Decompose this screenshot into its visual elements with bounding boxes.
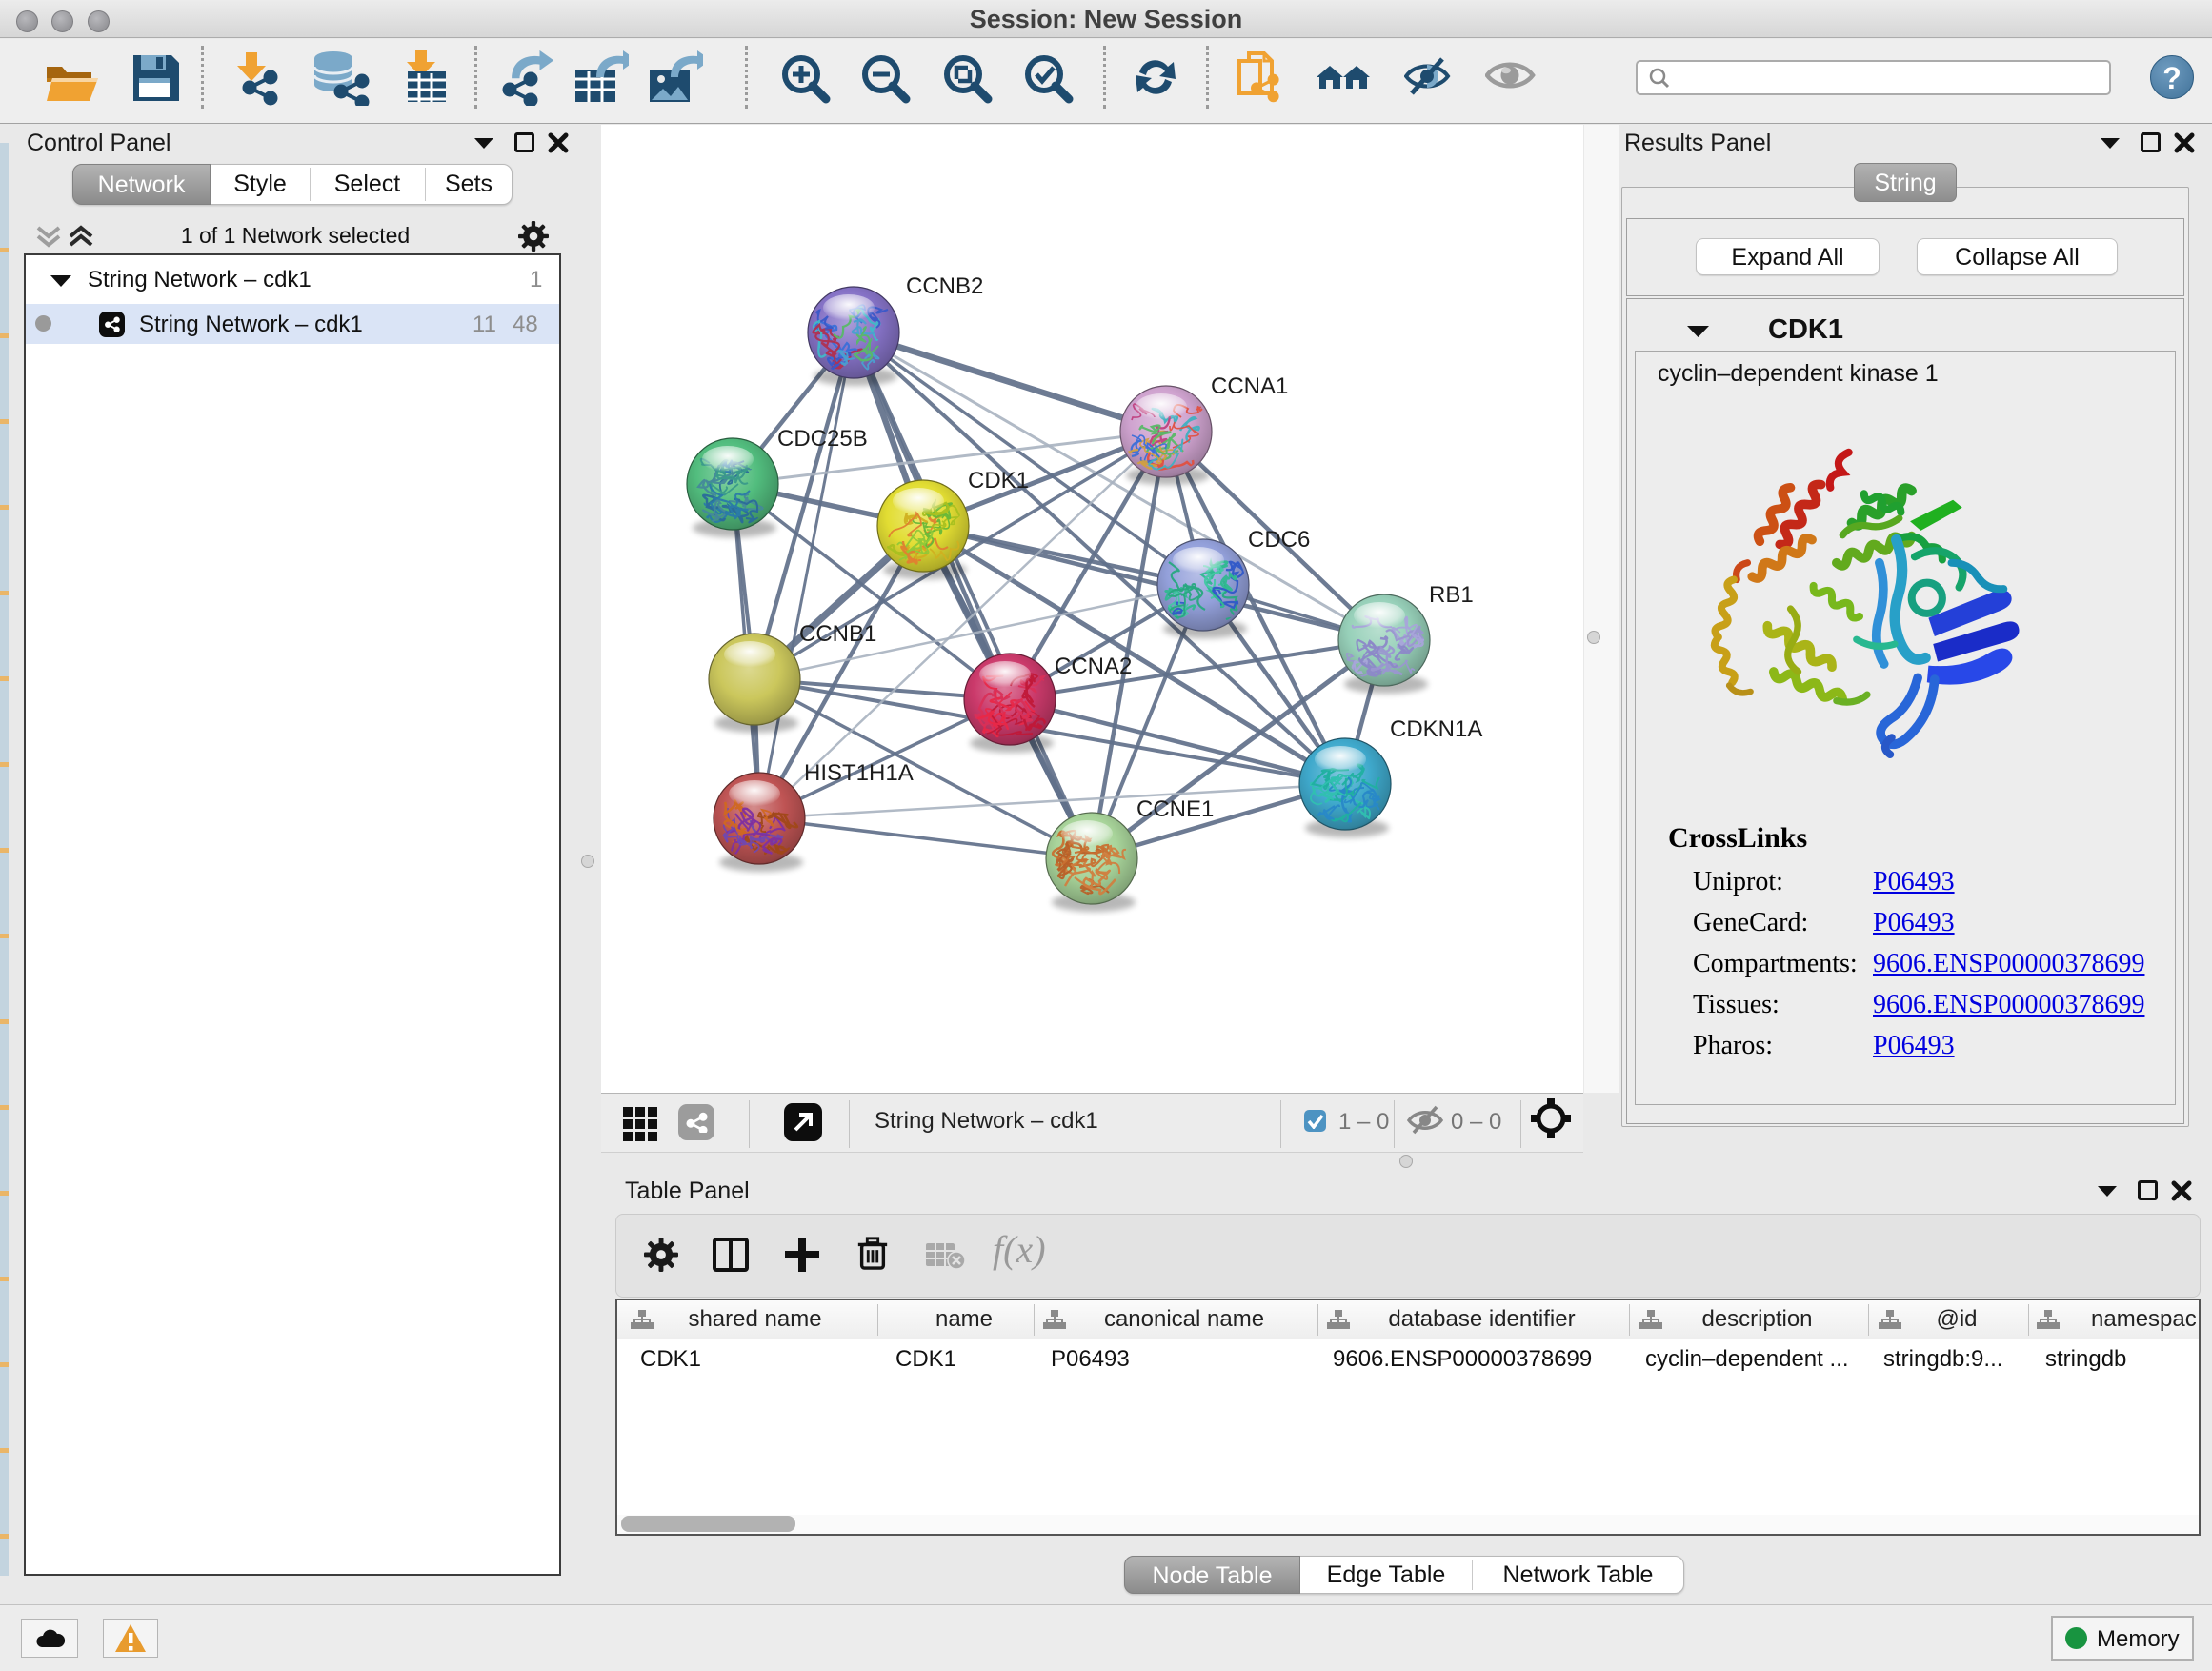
svg-text:CCNB2: CCNB2: [906, 273, 983, 299]
svg-text:CCNB1: CCNB1: [799, 621, 876, 647]
svg-text:CDKN1A: CDKN1A: [1390, 716, 1482, 742]
svg-text:CCNE1: CCNE1: [1136, 796, 1214, 822]
svg-text:RB1: RB1: [1429, 582, 1474, 608]
svg-text:CCNA2: CCNA2: [1055, 654, 1132, 679]
svg-text:CCNA1: CCNA1: [1211, 373, 1288, 399]
svg-text:CDC25B: CDC25B: [777, 426, 868, 452]
svg-text:CDC6: CDC6: [1248, 527, 1310, 553]
svg-text:HIST1H1A: HIST1H1A: [804, 760, 914, 786]
svg-text:CDK1: CDK1: [968, 468, 1029, 493]
